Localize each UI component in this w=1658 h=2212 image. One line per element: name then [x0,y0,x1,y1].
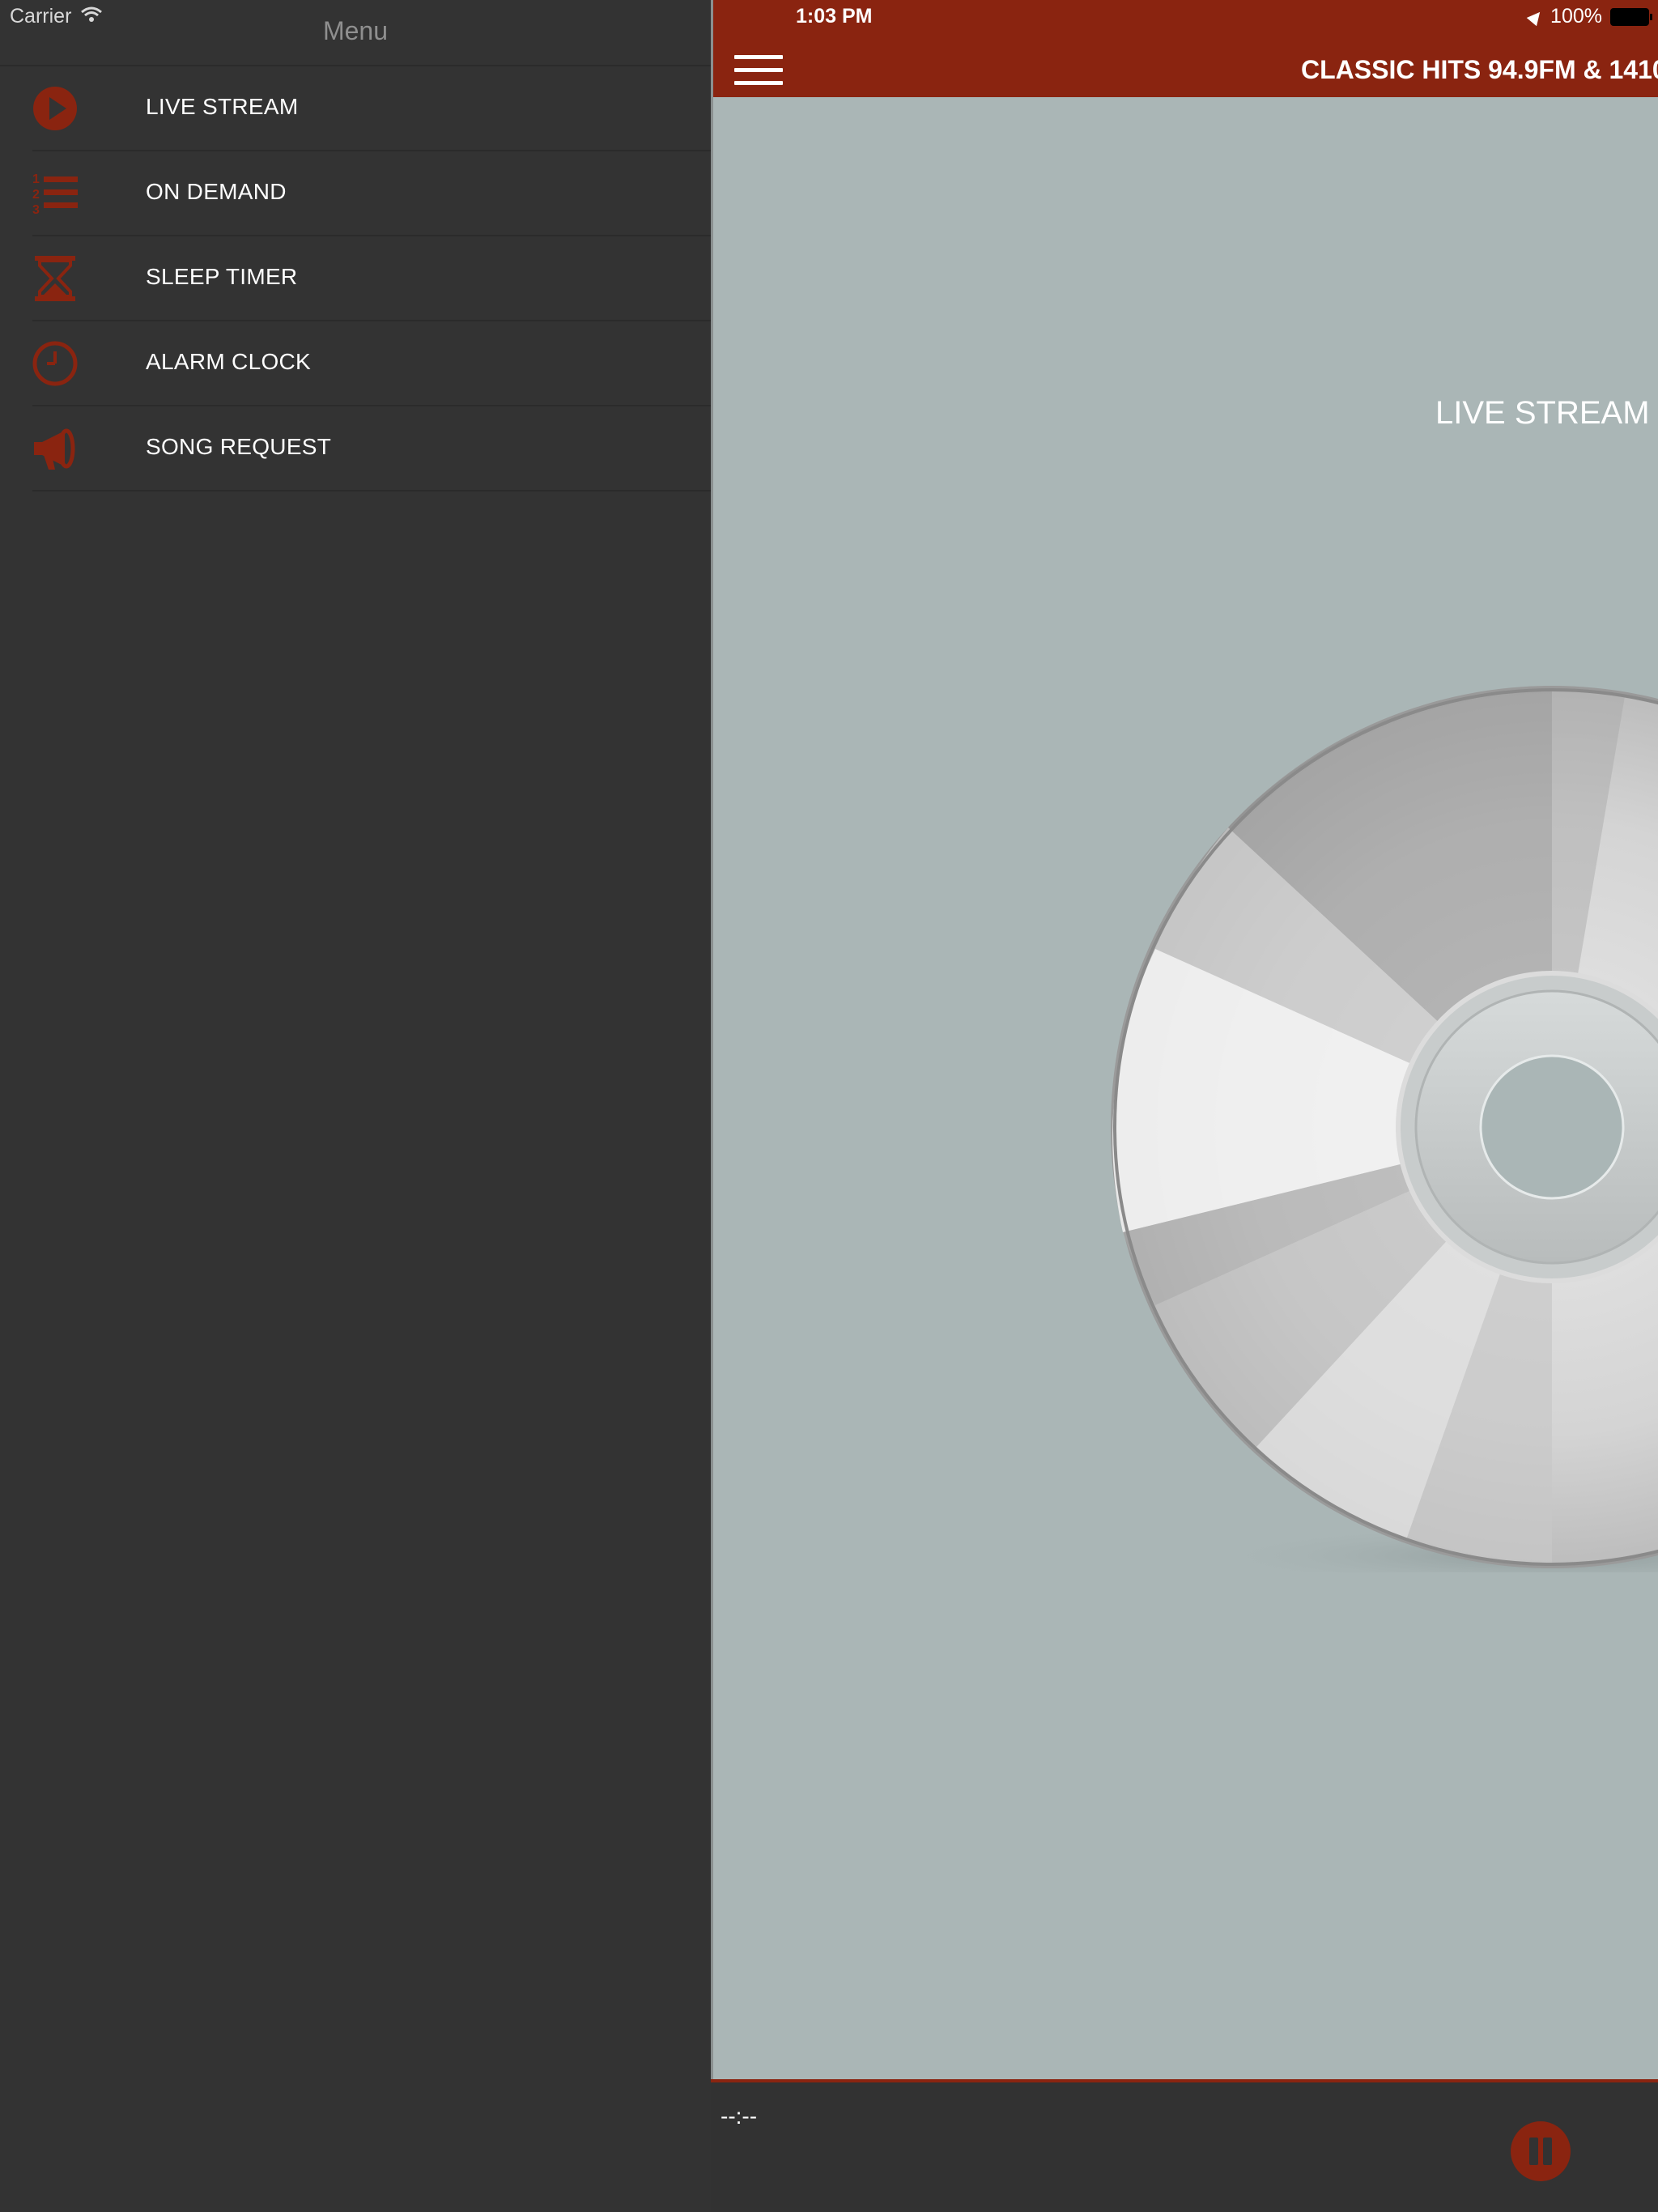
menu-item-label: SLEEP TIMER [146,264,298,289]
menu-item-sleep-timer[interactable]: SLEEP TIMER [32,236,711,321]
clock-icon [32,341,78,386]
playback-time: --:-- [721,2104,758,2129]
status-time: 1:03 PM [796,5,873,28]
menu-item-label: SONG REQUEST [146,434,332,459]
location-icon [1526,7,1545,26]
pause-icon [1529,2138,1538,2165]
numbered-list-icon: 1 2 3 [32,172,78,217]
station-title: CLASSIC HITS 94.9FM & 1410AM [1301,55,1658,84]
cd-disc-icon [1111,686,1658,1572]
menu-item-song-request[interactable]: SONG REQUEST [32,406,711,491]
hamburger-line [734,81,783,85]
svg-text:1: 1 [32,172,40,186]
status-right: 100% [1526,5,1652,28]
battery-icon [1610,7,1652,26]
pause-button[interactable] [1511,2121,1571,2181]
pause-icon [1543,2138,1552,2165]
menu-item-alarm-clock[interactable]: ALARM CLOCK [32,321,711,406]
player-progress-line [711,2079,1658,2082]
svg-text:3: 3 [32,203,40,217]
nav-bar: 1:03 PM 100% CLASSIC HITS 94.9FM & 1410A… [713,0,1658,97]
svg-text:2: 2 [32,188,40,202]
stream-label: LIVE STREAM [1435,395,1650,431]
menu-item-label: LIVE STREAM [146,94,299,119]
battery-percent: 100% [1550,5,1602,28]
menu-item-label: ON DEMAND [146,179,287,204]
menu-item-live-stream[interactable]: LIVE STREAM [32,66,711,151]
menu-list: LIVE STREAM 1 2 3 ON DEMAND SLEEP TIMER [0,65,711,491]
megaphone-icon [34,428,75,470]
hamburger-line [734,68,783,72]
main-content: 1:03 PM 100% CLASSIC HITS 94.9FM & 1410A… [711,0,1658,2082]
menu-item-on-demand[interactable]: 1 2 3 ON DEMAND [32,151,711,236]
hourglass-icon [35,256,75,301]
menu-title: Menu [322,16,389,45]
play-circle-icon [33,87,77,130]
hamburger-line [734,55,783,59]
menu-item-label: ALARM CLOCK [146,349,312,374]
side-menu: Carrier Menu LIVE STREAM 1 2 3 ON DEMAND [0,0,711,2212]
menu-button[interactable] [734,55,783,86]
